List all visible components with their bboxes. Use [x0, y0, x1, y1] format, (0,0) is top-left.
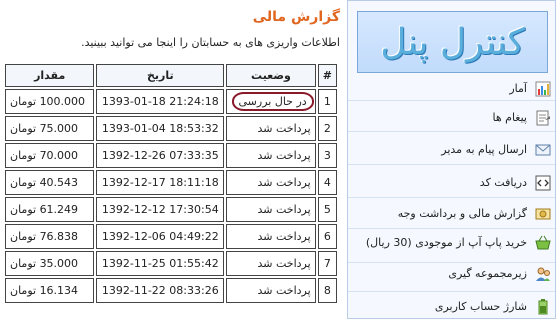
sidebar-item-label: دریافت کد [479, 176, 527, 189]
row-number: 3 [317, 143, 337, 168]
banner-title: کنترل پنل [380, 21, 525, 63]
control-panel-banner: کنترل پنل [357, 11, 548, 73]
row-status: در حال بررسی [226, 89, 316, 114]
status-pending-highlight: در حال بررسی [231, 92, 314, 111]
row-status: پرداخت شد [226, 224, 316, 249]
sidebar-item-buy-popup[interactable]: خرید پاپ آپ از موجودی (30 ریال) [348, 230, 555, 263]
row-number: 7 [317, 251, 337, 276]
row-status: پرداخت شد [226, 197, 316, 222]
row-date: 1392-12-06 04:49:22 [96, 224, 225, 249]
sidebar-item-account-charge[interactable]: شارژ حساب کاربری [348, 293, 555, 320]
page-title: گزارش مالی [252, 9, 340, 25]
envelope-icon [535, 144, 551, 156]
row-amount: 16.134 تومان [5, 278, 95, 303]
row-amount: 35.000 تومان [5, 251, 95, 276]
sidebar-item-label: پیغام ها [492, 111, 528, 124]
sidebar-item-label: گزارش مالی و برداشت وجه [397, 207, 527, 220]
sidebar-item-get-code[interactable]: دریافت کد [348, 166, 555, 198]
row-amount: 70.000 تومان [5, 143, 95, 168]
table-row: 8 پرداخت شد 1392-11-22 08:33:26 16.134 ت… [5, 278, 337, 303]
table-header-row: # وضعیت تاریخ مقدار [5, 64, 337, 87]
row-status: پرداخت شد [226, 116, 316, 141]
row-status: پرداخت شد [226, 170, 316, 195]
financial-report-table: # وضعیت تاریخ مقدار 1 در حال بررسی 1393-… [3, 62, 339, 305]
row-number: 1 [317, 89, 337, 114]
column-header-status: وضعیت [226, 64, 316, 87]
message-icon [536, 110, 550, 126]
row-amount: 61.249 تومان [5, 197, 95, 222]
row-status: پرداخت شد [226, 143, 316, 168]
charge-icon [538, 299, 548, 315]
code-icon [535, 175, 551, 191]
users-icon [536, 267, 550, 281]
row-date: 1392-11-22 08:33:26 [96, 278, 225, 303]
row-date: 1393-01-04 18:53:32 [96, 116, 225, 141]
sidebar-item-messages[interactable]: پیغام ها [348, 102, 555, 132]
sidebar-item-stats[interactable]: آمار [348, 77, 555, 101]
row-amount: 100.000 تومان [5, 89, 95, 114]
table-row: 3 پرداخت شد 1392-12-26 07:33:35 70.000 ت… [5, 143, 337, 168]
column-header-amount: مقدار [5, 64, 95, 87]
basket-icon [535, 235, 551, 250]
table-row: 6 پرداخت شد 1392-12-06 04:49:22 76.838 ت… [5, 224, 337, 249]
table-row: 5 پرداخت شد 1392-12-12 17:30:54 61.249 ت… [5, 197, 337, 222]
row-status: پرداخت شد [226, 278, 316, 303]
sidebar-item-label: خرید پاپ آپ از موجودی (30 ریال) [365, 236, 527, 249]
row-amount: 40.543 تومان [5, 170, 95, 195]
table-row: 1 در حال بررسی 1393-01-18 21:24:18 100.0… [5, 89, 337, 114]
row-date: 1393-01-18 21:24:18 [96, 89, 225, 114]
column-header-number: # [317, 64, 337, 87]
row-date: 1392-12-12 17:30:54 [96, 197, 225, 222]
sidebar-item-label: زیرمجموعه گیری [448, 267, 527, 280]
row-number: 8 [317, 278, 337, 303]
sidebar-item-financial-report[interactable]: گزارش مالی و برداشت وجه [348, 199, 555, 229]
row-number: 4 [317, 170, 337, 195]
table-row: 2 پرداخت شد 1393-01-04 18:53:32 75.000 ت… [5, 116, 337, 141]
table-row: 7 پرداخت شد 1392-11-25 01:55:42 35.000 ت… [5, 251, 337, 276]
row-number: 6 [317, 224, 337, 249]
sidebar: کنترل پنل آمار پیغام ها ارسال پیام به مد… [347, 0, 556, 319]
row-amount: 75.000 تومان [5, 116, 95, 141]
table-row: 4 پرداخت شد 1392-12-17 18:11:18 40.543 ت… [5, 170, 337, 195]
row-date: 1392-12-26 07:33:35 [96, 143, 225, 168]
page-subtitle: اطلاعات واریزی های به حسابتان را اینجا م… [81, 36, 340, 49]
row-amount: 76.838 تومان [5, 224, 95, 249]
row-status: پرداخت شد [226, 251, 316, 276]
sidebar-item-label: آمار [509, 82, 527, 95]
row-number: 5 [317, 197, 337, 222]
sidebar-item-send-message-admin[interactable]: ارسال پیام به مدیر [348, 133, 555, 165]
money-icon [535, 208, 551, 220]
row-date: 1392-12-17 18:11:18 [96, 170, 225, 195]
row-date: 1392-11-25 01:55:42 [96, 251, 225, 276]
bar-chart-icon [535, 81, 551, 97]
sidebar-item-label: شارژ حساب کاربری [434, 300, 527, 313]
sidebar-item-referrals[interactable]: زیرمجموعه گیری [348, 264, 555, 292]
sidebar-item-label: ارسال پیام به مدیر [441, 143, 527, 156]
row-number: 2 [317, 116, 337, 141]
column-header-date: تاریخ [96, 64, 225, 87]
